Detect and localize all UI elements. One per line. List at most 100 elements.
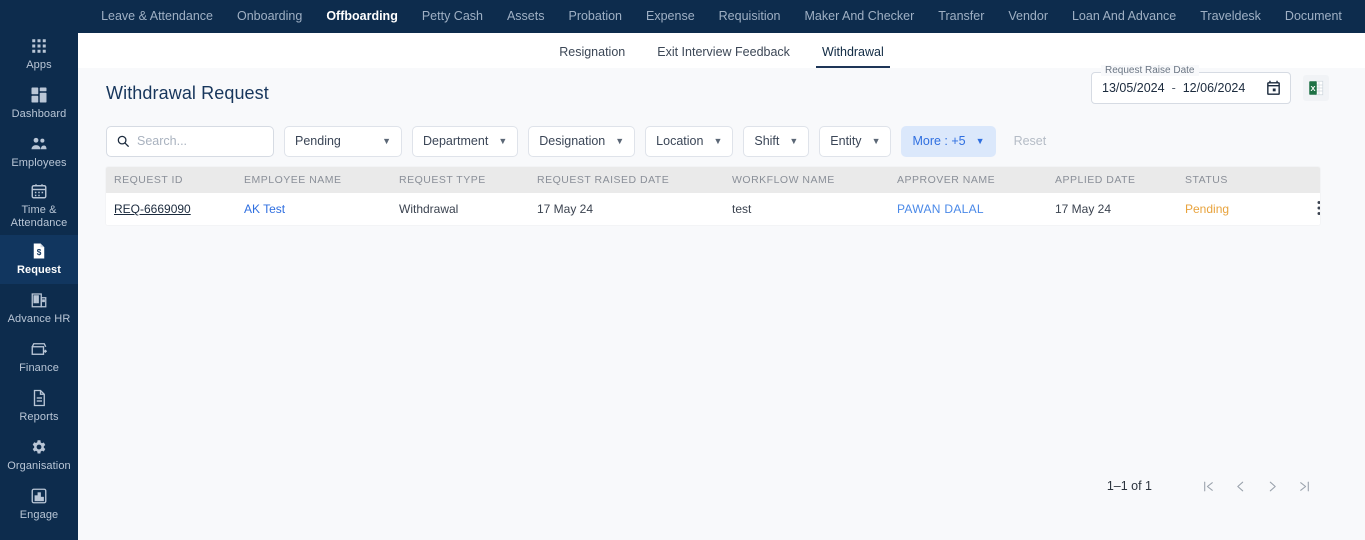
request-id-link-text[interactable]: REQ-6669090 bbox=[114, 202, 191, 216]
entity-filter-dropdown[interactable]: Entity ▼ bbox=[819, 125, 892, 157]
sidebar-item-request[interactable]: $ Request bbox=[0, 235, 78, 284]
sidebar-item-employees[interactable]: Employees bbox=[0, 128, 78, 177]
shift-filter-label: Shift bbox=[754, 134, 780, 148]
sidebar-item-label: Engage bbox=[19, 509, 59, 521]
sidebar-item-label: Advance HR bbox=[7, 313, 71, 325]
topnav-item-document[interactable]: Document bbox=[1273, 0, 1354, 33]
tab-exit-interview-feedback[interactable]: Exit Interview Feedback bbox=[641, 45, 806, 68]
dashboard-icon bbox=[30, 86, 48, 104]
request-raise-date-range[interactable]: Request Raise Date 13/05/2024 - 12/06/20… bbox=[1091, 65, 1291, 104]
location-filter-dropdown[interactable]: Location ▼ bbox=[645, 125, 734, 157]
shift-filter-dropdown[interactable]: Shift ▼ bbox=[743, 125, 810, 157]
next-page-button[interactable] bbox=[1256, 472, 1288, 500]
status-filter-label: Pending bbox=[295, 134, 341, 148]
column-header: STATUS bbox=[1185, 174, 1228, 186]
topnav-item-leave-attendance[interactable]: Leave & Attendance bbox=[89, 0, 225, 33]
search-icon bbox=[117, 135, 129, 147]
sidebar-item-organisation[interactable]: Organisation bbox=[0, 431, 78, 480]
location-filter-label: Location bbox=[656, 134, 704, 148]
designation-filter-dropdown[interactable]: Designation ▼ bbox=[528, 125, 636, 157]
sidebar-item-dashboard[interactable]: Dashboard bbox=[0, 79, 78, 128]
column-header: WORKFLOW NAME bbox=[732, 174, 835, 186]
sidebar-item-reports[interactable]: Reports bbox=[0, 382, 78, 431]
column-header: APPLIED DATE bbox=[1055, 174, 1136, 186]
employee-name-link-text[interactable]: AK Test bbox=[244, 202, 285, 216]
sidebar-item-apps[interactable]: Apps bbox=[0, 30, 78, 79]
request-type-cell: Withdrawal bbox=[399, 202, 459, 216]
bar-chart-icon bbox=[30, 487, 48, 505]
topnav-item-traveldesk[interactable]: Traveldesk bbox=[1188, 0, 1273, 33]
topnav-item-offboarding[interactable]: Offboarding bbox=[314, 0, 410, 33]
table-row[interactable]: REQ-6669090 AK Test Withdrawal 17 May 24 tes… bbox=[106, 193, 1320, 225]
column-header: REQUEST TYPE bbox=[399, 174, 486, 186]
sidebar-item-label: Request bbox=[16, 264, 62, 276]
column-header: EMPLOYEE NAME bbox=[244, 174, 342, 186]
tab-withdrawal[interactable]: Withdrawal bbox=[806, 45, 900, 68]
topnav-item-petty-cash[interactable]: Petty Cash bbox=[410, 0, 495, 33]
table-header-row: REQUEST ID EMPLOYEE NAME REQUEST TYPE REQUE… bbox=[106, 167, 1320, 193]
tab-resignation[interactable]: Resignation bbox=[543, 45, 641, 68]
calendar-icon bbox=[30, 182, 48, 200]
topnav-item-requisition[interactable]: Requisition bbox=[707, 0, 793, 33]
reset-filters-button[interactable]: Reset bbox=[1006, 134, 1055, 148]
module-top-navigation: Leave & Attendance Onboarding Offboarding P… bbox=[78, 0, 1365, 33]
row-actions-menu-icon[interactable] bbox=[1295, 193, 1320, 225]
sidebar-item-advance-hr[interactable]: Advance HR bbox=[0, 284, 78, 333]
topnav-item-assets[interactable]: Assets bbox=[495, 0, 557, 33]
topnav-item-vendor[interactable]: Vendor bbox=[996, 0, 1060, 33]
topnav-item-transfer[interactable]: Transfer bbox=[926, 0, 996, 33]
topnav-item-loan-and-advance[interactable]: Loan And Advance bbox=[1060, 0, 1188, 33]
request-raised-date-cell: 17 May 24 bbox=[537, 202, 594, 216]
more-filters-dropdown[interactable]: More : +5 ▼ bbox=[901, 125, 996, 157]
column-header: REQUEST RAISED DATE bbox=[537, 174, 670, 186]
search-input[interactable] bbox=[137, 134, 264, 148]
date-range-to[interactable]: 12/06/2024 bbox=[1183, 81, 1246, 95]
approver-name-link-text[interactable]: PAWAN DALAL bbox=[897, 202, 984, 216]
first-page-button[interactable] bbox=[1192, 472, 1224, 500]
topnav-item-probation[interactable]: Probation bbox=[556, 0, 634, 33]
sidebar-item-label: Dashboard bbox=[11, 108, 67, 120]
gear-icon bbox=[30, 438, 48, 456]
chevron-down-icon: ▼ bbox=[498, 135, 508, 146]
last-page-button[interactable] bbox=[1288, 472, 1320, 500]
people-icon bbox=[30, 135, 48, 153]
withdrawal-requests-table: REQUEST ID EMPLOYEE NAME REQUEST TYPE REQUE… bbox=[106, 167, 1320, 225]
topnav-item-expense[interactable]: Expense bbox=[634, 0, 707, 33]
svg-text:$: $ bbox=[37, 248, 42, 257]
previous-page-button[interactable] bbox=[1224, 472, 1256, 500]
svg-text:X: X bbox=[1310, 84, 1315, 93]
filter-bar: Pending ▼ Department ▼ Designation ▼ Loc… bbox=[78, 120, 1365, 162]
date-range-from[interactable]: 13/05/2024 bbox=[1102, 81, 1165, 95]
sidebar-item-label: Organisation bbox=[7, 460, 71, 472]
sidebar-item-time-attendance[interactable]: Time & Attendance bbox=[0, 177, 78, 235]
date-range-legend: Request Raise Date bbox=[1101, 65, 1199, 76]
chevron-down-icon: ▼ bbox=[713, 135, 723, 146]
building-icon bbox=[30, 291, 48, 309]
page-content: Resignation Exit Interview Feedback Withdr… bbox=[78, 33, 1365, 540]
approver-name-link[interactable]: PAWAN DALAL bbox=[889, 193, 1047, 225]
excel-export-icon[interactable]: X bbox=[1303, 75, 1329, 101]
report-document-icon bbox=[30, 389, 48, 407]
table-body: REQ-6669090 AK Test Withdrawal 17 May 24 tes… bbox=[106, 193, 1320, 225]
sidebar-item-label: Finance bbox=[19, 362, 59, 374]
request-id-link[interactable]: REQ-6669090 bbox=[106, 193, 236, 225]
sidebar-item-label: Reports bbox=[19, 411, 59, 423]
topnav-item-onboarding[interactable]: Onboarding bbox=[225, 0, 314, 33]
search-box[interactable] bbox=[106, 125, 274, 157]
employee-name-link[interactable]: AK Test bbox=[236, 193, 391, 225]
chevron-down-icon: ▼ bbox=[975, 135, 985, 146]
sidebar-item-label: Time & Attendance bbox=[10, 204, 68, 229]
sidebar-item-engage[interactable]: Engage bbox=[0, 480, 78, 529]
apps-grid-icon bbox=[30, 37, 48, 55]
status-badge: Pending bbox=[1177, 193, 1295, 225]
topnav-item-maker-and-checker[interactable]: Maker And Checker bbox=[793, 0, 927, 33]
department-filter-dropdown[interactable]: Department ▼ bbox=[412, 125, 519, 157]
sidebar-item-finance[interactable]: Finance bbox=[0, 333, 78, 382]
sidebar-item-label: Employees bbox=[11, 157, 67, 169]
column-header-actions bbox=[1295, 167, 1320, 193]
status-filter-dropdown[interactable]: Pending ▼ bbox=[284, 125, 402, 157]
sidebar-item-label: Apps bbox=[26, 59, 52, 71]
pagination: 1–1 of 1 bbox=[1107, 472, 1320, 500]
calendar-icon[interactable] bbox=[1265, 80, 1282, 97]
main-column: Leave & Attendance Onboarding Offboarding P… bbox=[78, 0, 1365, 540]
